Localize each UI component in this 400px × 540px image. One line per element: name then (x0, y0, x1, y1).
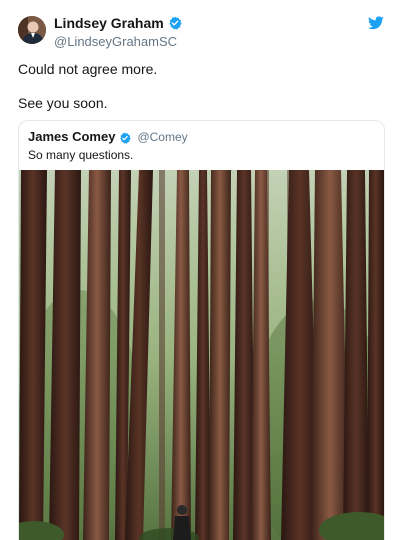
tweet-card: Lindsey Graham @LindseyGrahamSC Could no… (0, 0, 400, 540)
quoted-tweet-header: James Comey @Comey (28, 129, 188, 144)
tweet-header: Lindsey Graham @LindseyGrahamSC (18, 14, 182, 49)
author-handle[interactable]: @LindseyGrahamSC (54, 34, 182, 49)
tweet-text: Could not agree more. See you soon. (18, 60, 157, 112)
tweet-text-line: Could not agree more. (18, 61, 158, 77)
quoted-tweet-photo[interactable] (19, 170, 384, 540)
author-names: Lindsey Graham @LindseyGrahamSC (54, 14, 182, 49)
author-avatar[interactable] (18, 16, 46, 44)
verified-badge-icon (119, 131, 132, 144)
tweet-text-line: See you soon. (18, 95, 108, 111)
quoted-tweet-text: So many questions. (28, 148, 134, 162)
quoted-author-display-name: James Comey (28, 129, 116, 144)
verified-badge-icon (168, 16, 182, 30)
quoted-tweet[interactable]: James Comey @Comey So many questions. (18, 120, 385, 540)
twitter-bird-icon[interactable] (368, 16, 384, 32)
author-display-name[interactable]: Lindsey Graham (54, 15, 164, 31)
quoted-author-handle: @Comey (137, 129, 188, 144)
